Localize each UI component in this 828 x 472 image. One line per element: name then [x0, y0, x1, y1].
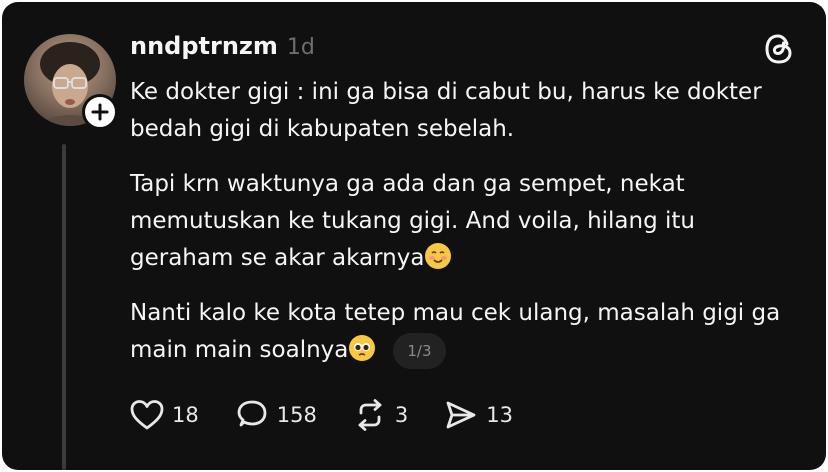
post-paragraph-text: Nanti kalo ke kota tetep mau cek ulang, …	[130, 300, 781, 363]
thread-post-card: nndptrnzm 1d Ke dokter gigi : ini ga bis…	[2, 2, 826, 470]
post-header: nndptrnzm 1d	[130, 32, 315, 60]
username[interactable]: nndptrnzm	[130, 32, 278, 60]
like-button[interactable]: 18	[130, 399, 199, 431]
send-icon	[446, 401, 476, 429]
post-paragraph-text: Tapi krn waktunya ga ada dan ga sempet, …	[130, 171, 695, 271]
follow-button[interactable]	[82, 94, 118, 130]
page-indicator: 1/3	[393, 332, 446, 369]
post-paragraph-with-emoji: Nanti kalo ke kota tetep mau cek ulang, …	[130, 295, 790, 369]
like-count: 18	[172, 403, 199, 427]
repost-button[interactable]: 3	[353, 398, 408, 432]
post-body: Ke dokter gigi : ini ga bisa di cabut bu…	[130, 74, 790, 387]
reply-button[interactable]: 158	[235, 398, 317, 432]
speech-bubble-icon	[237, 400, 267, 427]
action-bar: 18 158 3 13	[130, 398, 549, 432]
repost-icon	[358, 399, 382, 431]
thread-line	[62, 144, 66, 470]
heart-icon	[130, 400, 164, 430]
repost-count: 3	[394, 403, 409, 427]
reply-count: 158	[276, 403, 317, 427]
avatar-container	[24, 34, 118, 130]
smiling-face-emoji-icon	[425, 243, 452, 269]
threads-logo-icon[interactable]	[762, 32, 796, 66]
post-paragraph-with-emoji: Tapi krn waktunya ga ada dan ga sempet, …	[130, 166, 790, 277]
share-count: 13	[486, 403, 513, 427]
plus-icon	[91, 103, 109, 121]
post-time: 1d	[286, 35, 315, 60]
post-paragraph: Ke dokter gigi : ini ga bisa di cabut bu…	[130, 79, 762, 142]
share-button[interactable]: 13	[444, 398, 513, 432]
pleading-face-emoji-icon	[349, 335, 376, 361]
